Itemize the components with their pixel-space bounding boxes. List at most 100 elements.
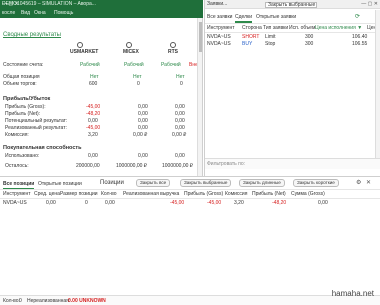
menu-item-file[interactable]: косле: [2, 11, 15, 16]
left-window-titlebar: DEMO1045619 – SIMULATION – Aвора... — ▢ …: [0, 0, 203, 9]
position-size: 0: [85, 200, 88, 206]
pos-col-header[interactable]: Сред. цена: [34, 192, 60, 197]
position-sum-gross: 0,00: [318, 200, 328, 206]
position-micex: Нет: [133, 74, 142, 80]
unrealized-value: 0.00 UNKNOWN: [68, 298, 106, 304]
status-count-value: 0: [19, 298, 22, 304]
col-header[interactable]: Инструмент: [207, 26, 235, 31]
orders-titlebar: Заявки... Закрыть выбранные — ▢ ✕: [205, 0, 380, 9]
close-short-button[interactable]: Закрыть короткие: [293, 179, 339, 187]
status-count-label: Кол-во:: [3, 298, 20, 304]
col-header[interactable]: Тип заявки: [263, 26, 288, 31]
order-side: BUY: [242, 41, 253, 47]
order-price: 106.55: [352, 41, 368, 47]
bp-value: 1000000,00 ₽: [162, 163, 193, 169]
col-header[interactable]: Исп. объем: [289, 26, 315, 31]
refresh-icon[interactable]: ⟳: [355, 14, 360, 20]
volume-micex: 0: [137, 81, 140, 87]
position-qty: 0,00: [105, 200, 115, 206]
position-rts: Нет: [176, 74, 185, 80]
unrealized-label: Нереализованная:: [27, 298, 71, 304]
pos-col-header[interactable]: Сумма (Gross): [291, 192, 325, 197]
close-all-button[interactable]: Закрыть все: [136, 179, 171, 187]
position-realized: -45,00: [170, 200, 185, 206]
divider: [205, 23, 380, 24]
status-usmarket: Рабочий: [80, 62, 100, 68]
order-instrument[interactable]: NVDA~US: [207, 42, 231, 47]
bp-label: Осталось:: [5, 163, 29, 169]
pos-col-header[interactable]: Размер позиции: [60, 192, 98, 197]
close-selected-button[interactable]: Закрыть выбранные: [180, 179, 232, 187]
divider: [0, 198, 380, 199]
volume-rts: 0: [180, 81, 183, 87]
order-side: SHORT: [242, 34, 260, 40]
pnl-value: -45,00: [86, 125, 101, 131]
position-net: -48,20: [272, 200, 287, 206]
pnl-value: 0,00 ₽: [172, 132, 187, 138]
exchange-name-rts: RTS: [168, 49, 178, 55]
col-header[interactable]: Цена исполнения ▼: [315, 26, 362, 31]
exchange-micex-icon: [126, 42, 132, 48]
exchange-name-usmarket: USMARKET: [70, 49, 99, 55]
filter-input[interactable]: Фильтровать по:: [207, 162, 245, 167]
position-usmarket: Нет: [90, 74, 99, 80]
close-icon[interactable]: ✕: [366, 180, 371, 186]
orders-title: Заявки...: [207, 1, 228, 7]
position-instrument[interactable]: NVDA~US: [3, 201, 27, 206]
pnl-value: 0,00: [138, 125, 148, 131]
positions-title: Позиции: [100, 180, 124, 186]
col-header[interactable]: Сторона: [242, 26, 262, 31]
pnl-section-title: Прибыль/Убыток: [3, 96, 51, 102]
pnl-value: 0,00: [175, 104, 185, 110]
bp-value: 1000000,00 ₽: [116, 163, 147, 169]
window-controls-icon[interactable]: — ▢ ✕: [2, 2, 199, 7]
menu-item-windows[interactable]: Окна: [34, 11, 46, 16]
right-scrollbar[interactable]: [375, 10, 380, 158]
pos-col-header[interactable]: Прибыль (Net): [252, 192, 286, 197]
tab-open-orders[interactable]: Открытые заявки: [256, 15, 296, 20]
pnl-value: -45,00: [86, 104, 101, 110]
tab-open-positions[interactable]: Открытые позиции: [38, 182, 82, 187]
menu-item-help[interactable]: Помощь: [54, 11, 73, 16]
pos-col-header[interactable]: Прибыль (Gross): [184, 192, 223, 197]
scrollbar-thumb[interactable]: [199, 22, 202, 52]
pnl-label: Прибыль (Net):: [5, 111, 41, 117]
pnl-value: 3,20: [88, 132, 98, 138]
bp-value: 0,00: [138, 153, 148, 159]
close-selected-dropdown[interactable]: Закрыть выбранные: [265, 2, 317, 8]
close-long-button[interactable]: Закрыть длинные: [239, 179, 285, 187]
bp-label: Использовано:: [5, 153, 40, 159]
position-gross: -45,00: [207, 200, 222, 206]
summary-results-panel: Сводные результаты USMARKET MICEX RTS Со…: [0, 18, 203, 176]
pos-col-header[interactable]: Комиссия: [225, 192, 247, 197]
menu-item-view[interactable]: Вид: [21, 11, 30, 16]
order-instrument[interactable]: NVDA~US: [207, 35, 231, 40]
position-avg-price: 0,00: [46, 200, 56, 206]
divider: [205, 32, 380, 33]
watermark: hamaha.net: [331, 289, 374, 298]
pnl-label: Реализованный результат:: [5, 125, 67, 131]
tab-trades[interactable]: Сделки: [235, 15, 253, 23]
dropdown-label: Закрыть выбранные: [268, 2, 316, 8]
status-bar: Кол-во: 0 Нереализованная: 0.00 UNKNOWN: [0, 295, 380, 305]
status-rts: Рабочий: [161, 62, 181, 68]
order-volume: 300: [305, 41, 314, 47]
pnl-value: 0,00: [138, 118, 148, 124]
pos-col-header[interactable]: Инструмент: [3, 192, 31, 197]
order-price: 106.40: [352, 34, 368, 40]
left-scrollbar[interactable]: [197, 18, 202, 176]
tab-all-orders[interactable]: Все заявки: [207, 15, 232, 20]
state-label: Состояние счета:: [3, 62, 44, 68]
pnl-label: Прибыль (Gross):: [5, 104, 46, 110]
settings-icon[interactable]: ⚙: [356, 180, 361, 186]
pos-col-header[interactable]: Кол-во: [101, 192, 117, 197]
bp-value: 0,00: [175, 153, 185, 159]
volume-usmarket: 600: [89, 81, 98, 87]
pnl-label: Комиссия:: [5, 132, 29, 138]
window-controls-icon[interactable]: — ▢ ✕: [361, 2, 378, 7]
filter-bar: Фильтровать по:: [205, 158, 380, 169]
pnl-value: 0,00 ₽: [133, 132, 148, 138]
general-position-label: Общая позиция: [3, 74, 40, 80]
order-volume: 300: [305, 34, 314, 40]
pos-col-header[interactable]: Реализованная выручка: [123, 192, 179, 197]
